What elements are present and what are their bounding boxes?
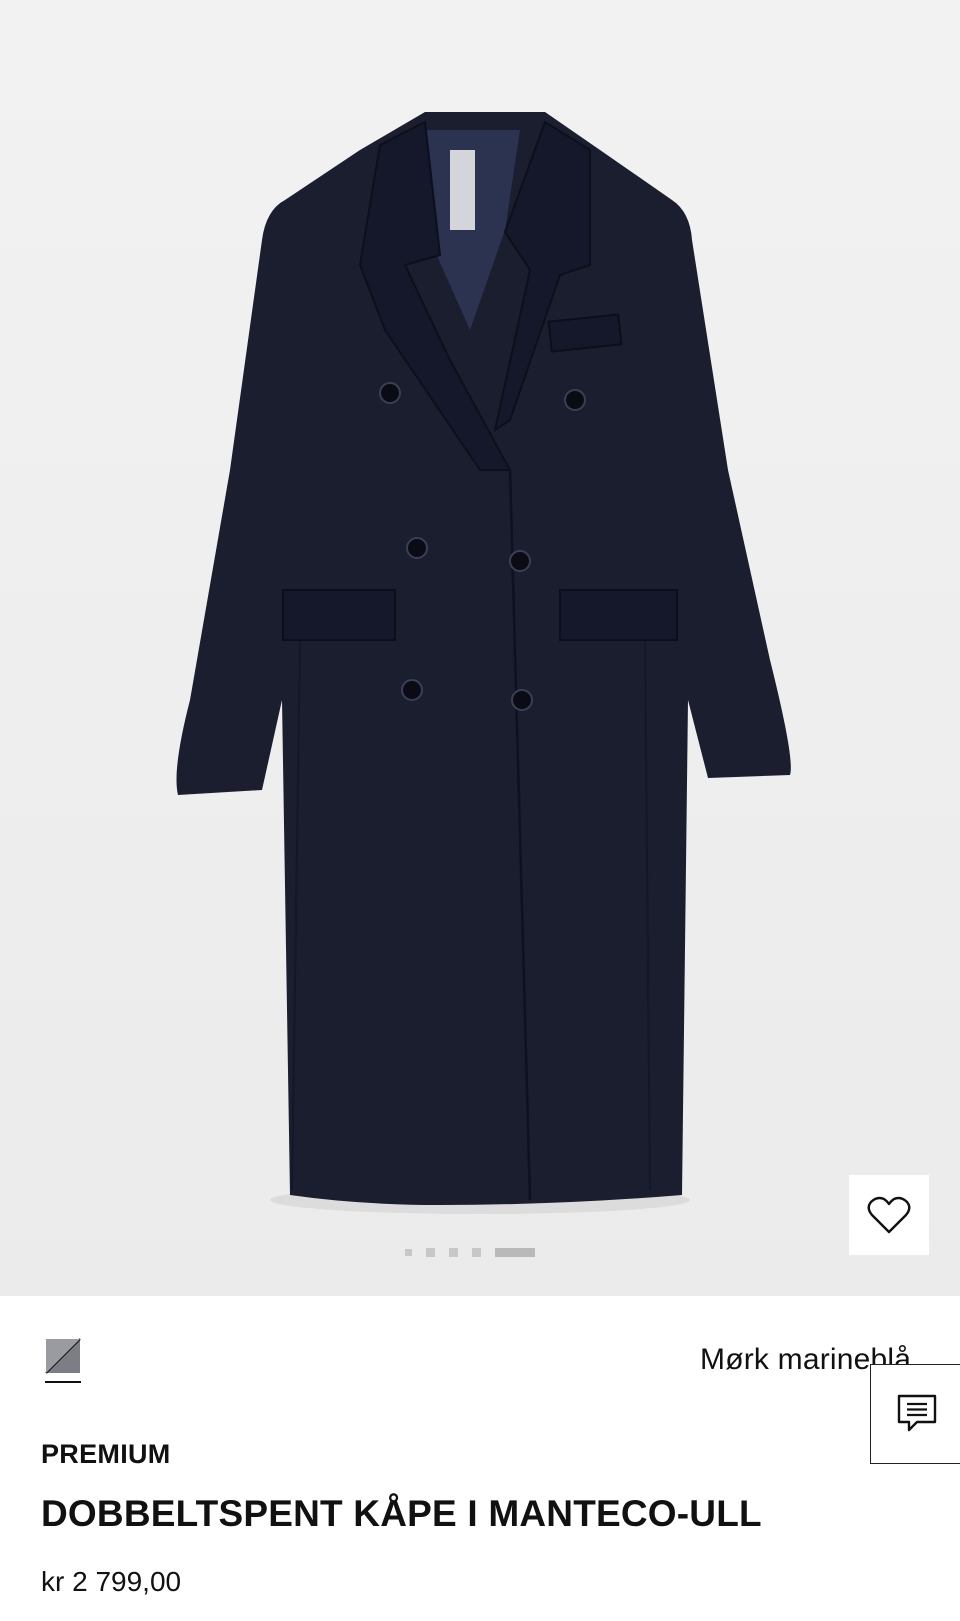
chat-button[interactable] [870, 1364, 960, 1464]
chat-icon [897, 1394, 936, 1432]
product-price: kr 2 799,00 [41, 1566, 182, 1597]
favorite-button[interactable] [849, 1175, 929, 1255]
gallery-indicators [405, 1247, 535, 1257]
gallery-indicator[interactable] [426, 1247, 435, 1257]
product-line-label: PREMIUM [41, 1439, 171, 1469]
product-image [176, 112, 791, 1214]
color-swatch[interactable] [45, 1338, 81, 1384]
gallery-indicator[interactable] [472, 1247, 481, 1257]
product-title: DOBBELTSPENT KÅPE I MANTECO-ULL [41, 1493, 762, 1534]
color-swatch-icon [45, 1338, 81, 1383]
gallery-indicator-active[interactable] [495, 1247, 535, 1257]
gallery-indicator[interactable] [405, 1248, 412, 1256]
heart-icon [867, 1196, 911, 1234]
product-image-gallery[interactable] [0, 0, 960, 1296]
gallery-indicator[interactable] [449, 1247, 458, 1257]
